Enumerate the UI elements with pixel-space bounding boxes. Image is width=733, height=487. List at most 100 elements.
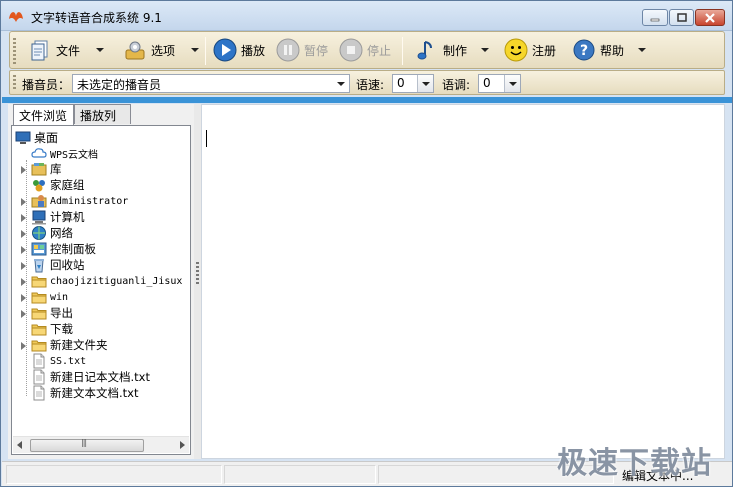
panel-splitter[interactable] <box>194 104 201 459</box>
accent-stripe <box>2 97 732 103</box>
tab-file-browse[interactable]: 文件浏览 <box>13 104 74 125</box>
expand-arrow-icon[interactable] <box>19 277 28 286</box>
speed-select[interactable]: 0 <box>392 74 434 93</box>
voicebar-grip[interactable] <box>13 75 16 91</box>
title-bar[interactable]: 文字转语音合成系统 9.1 <box>1 1 732 31</box>
help-button[interactable]: ? 帮助 <box>572 35 624 65</box>
play-icon <box>213 38 237 62</box>
stop-button[interactable]: 停止 <box>339 35 391 65</box>
tree-item[interactable]: 新建日记本文档.txt <box>19 369 150 385</box>
scroll-thumb[interactable] <box>30 438 144 452</box>
help-dropdown-arrow[interactable] <box>638 48 646 52</box>
maximize-icon <box>676 13 687 22</box>
expand-arrow-icon[interactable] <box>19 213 28 222</box>
tree-connector <box>19 149 28 158</box>
make-button[interactable]: 制作 <box>415 35 467 65</box>
expand-arrow-icon[interactable] <box>19 197 28 206</box>
close-button[interactable] <box>695 9 725 26</box>
tree-connector <box>19 325 28 334</box>
app-window: 文字转语音合成系统 9.1 文件 选项 播放 暂停 停止 制作 注册 ? 帮助 … <box>0 0 733 487</box>
file-button[interactable]: 文件 <box>28 35 80 65</box>
toolbar-separator <box>205 37 206 65</box>
toolbar-grip[interactable] <box>13 38 16 64</box>
tree-item[interactable]: 下载 <box>19 321 73 337</box>
expand-arrow-icon[interactable] <box>19 245 28 254</box>
tree-item-label: SS.txt <box>50 355 87 367</box>
tree-root-desktop[interactable]: 桌面 <box>15 129 58 145</box>
minimize-button[interactable] <box>642 9 668 26</box>
options-label: 选项 <box>151 43 176 58</box>
tree-item[interactable]: win <box>19 289 68 305</box>
tree-item[interactable]: 网络 <box>19 225 73 241</box>
tree-item[interactable]: SS.txt <box>19 353 86 369</box>
scroll-left-arrow[interactable] <box>17 441 22 449</box>
tree-item-label: Administrator <box>50 195 129 207</box>
expand-arrow-icon[interactable] <box>19 341 28 350</box>
tree-item[interactable]: Administrator <box>19 193 128 209</box>
options-dropdown-arrow[interactable] <box>191 48 199 52</box>
text-editor[interactable] <box>201 104 725 459</box>
announcer-select[interactable]: 未选定的播音员 <box>72 74 350 93</box>
tree-item[interactable]: chaojizitiguanli_Jisux <box>19 273 182 289</box>
expand-arrow-icon[interactable] <box>19 165 28 174</box>
tree-item-label: 下载 <box>50 322 73 336</box>
status-cell <box>224 465 376 484</box>
tree-item[interactable]: 库 <box>19 161 62 177</box>
options-button[interactable]: 选项 <box>123 35 175 65</box>
status-cell <box>6 465 222 484</box>
splitter-grip[interactable] <box>196 262 199 286</box>
tree-item[interactable]: WPS云文档 <box>19 145 98 161</box>
tree-item-label: 计算机 <box>50 210 85 224</box>
tree-item[interactable]: 新建文本文档.txt <box>19 385 138 401</box>
play-button[interactable]: 播放 <box>213 35 265 65</box>
user-folder-icon <box>31 195 47 208</box>
tree-item[interactable]: 回收站 <box>19 257 85 273</box>
tree-horizontal-scrollbar[interactable] <box>13 436 189 453</box>
close-icon <box>705 12 715 23</box>
text-file-icon <box>33 369 45 385</box>
scroll-right-arrow[interactable] <box>180 441 185 449</box>
announcer-dropdown-arrow[interactable] <box>333 75 349 92</box>
pitch-dropdown-arrow[interactable] <box>504 75 520 92</box>
voice-settings-bar: 播音员： 未选定的播音员 语速: 0 语调: 0 <box>9 70 725 95</box>
tree-item-label: 库 <box>50 162 62 176</box>
tab-playlist[interactable]: 播放列表 <box>74 104 131 140</box>
tree-item[interactable]: 控制面板 <box>19 241 96 257</box>
computer-icon <box>32 210 46 225</box>
smiley-icon <box>504 38 528 62</box>
text-caret <box>206 130 207 147</box>
folder-icon <box>31 276 47 288</box>
watermark-text: 极速下载站 <box>557 446 712 481</box>
folder-icon <box>31 340 47 352</box>
tree-item-label: 回收站 <box>50 258 85 272</box>
tree-item[interactable]: 计算机 <box>19 209 85 225</box>
make-label: 制作 <box>443 43 468 58</box>
file-tree[interactable]: 桌面 WPS云文档库家庭组 Administrator 计算机 网络 控制面板 回收站 ch… <box>11 125 191 455</box>
tree-item-label: 新建日记本文档.txt <box>50 370 150 384</box>
pause-button[interactable]: 暂停 <box>276 35 328 65</box>
speed-dropdown-arrow[interactable] <box>417 75 433 92</box>
register-button[interactable]: 注册 <box>504 35 556 65</box>
tree-item[interactable]: 新建文件夹 <box>19 337 108 353</box>
expand-arrow-icon[interactable] <box>19 261 28 270</box>
announcer-value: 未选定的播音员 <box>77 78 162 92</box>
window-title: 文字转语音合成系统 9.1 <box>31 11 162 25</box>
tree-item-label: 新建文件夹 <box>50 338 108 352</box>
expand-arrow-icon[interactable] <box>19 293 28 302</box>
tree-item-label: WPS云文档 <box>50 149 99 161</box>
make-dropdown-arrow[interactable] <box>481 48 489 52</box>
library-icon <box>31 163 47 176</box>
file-dropdown-arrow[interactable] <box>96 48 104 52</box>
file-browser-panel: 文件浏览 播放列表 桌面 WPS云文档库家庭组 Administrator 计算机网… <box>8 104 194 459</box>
expand-arrow-icon[interactable] <box>19 229 28 238</box>
tree-item[interactable]: 导出 <box>19 305 73 321</box>
maximize-button[interactable] <box>669 9 694 26</box>
tree-item[interactable]: 家庭组 <box>19 177 85 193</box>
text-file-icon <box>33 385 45 401</box>
options-gear-icon <box>125 41 145 60</box>
stop-label: 停止 <box>367 43 392 58</box>
pitch-select[interactable]: 0 <box>478 74 521 93</box>
expand-arrow-icon[interactable] <box>19 309 28 318</box>
network-icon <box>32 226 46 240</box>
folder-icon <box>31 324 47 336</box>
